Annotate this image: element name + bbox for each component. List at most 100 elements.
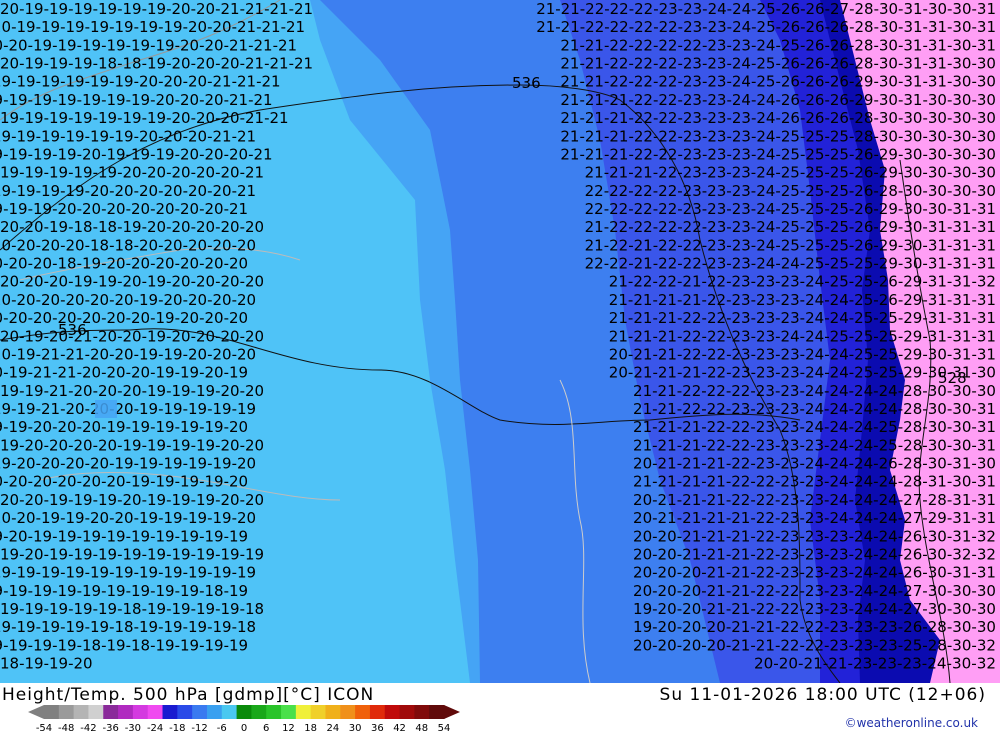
- temp-row-right: 21-21-21-22-22-23-23-23-24-25-25-25-28-3…: [560, 127, 996, 145]
- temp-row-right: 21-21-21-22-22-23-23-23-24-26-26-26-28-3…: [560, 109, 996, 127]
- temp-row-left: 19-20-19-19-19-19-19-19-19-19-19: [0, 527, 248, 545]
- temp-row-left: 18-19-19-20: [0, 655, 93, 673]
- temp-row-right: 21-21-21-22-22-23-23-24-24-25-25-25-29-3…: [609, 327, 996, 345]
- temp-row-left: 19-19-20-20-20-19-19-19-19-19-20: [0, 418, 248, 436]
- scale-swatch: [340, 705, 356, 719]
- color-scale-bar: [28, 705, 460, 719]
- scale-swatch: [236, 705, 252, 719]
- temp-row-left: 19-19-19-19-20-20-20-20-20-20-21: [0, 182, 256, 200]
- scale-swatch: [281, 705, 297, 719]
- scale-swatch: [414, 705, 430, 719]
- scale-tick-label: -24: [147, 723, 163, 733]
- temp-row-left: 20-20-19-19-20-20-19-19-19-19-20: [0, 509, 256, 527]
- temp-row-left: 20-20-20-20-20-20-19-20-20-20-20: [0, 291, 256, 309]
- scale-swatch: [310, 705, 326, 719]
- temp-row-right: 21-21-21-22-23-23-23-24-25-25-25-26-29-3…: [585, 164, 996, 182]
- scale-tick-label: 12: [282, 723, 295, 733]
- temp-row-right: 21-21-21-22-22-23-23-23-24-24-25-28-30-3…: [633, 436, 996, 454]
- temp-row-left: 20-19-21-21-20-20-20-19-19-20-19: [0, 364, 248, 382]
- temp-row-right: 21-22-22-21-22-23-23-23-24-25-25-26-29-3…: [609, 273, 996, 291]
- contour-label-528-east: 528: [938, 369, 967, 387]
- temp-row-left: 20-20-20-20-20-20-19-19-19-19-20: [0, 473, 248, 491]
- temp-row-right: 20-21-21-21-21-22-23-23-24-24-24-27-29-3…: [633, 509, 996, 527]
- temp-row-left: 19-19-21-20-20-20-19-19-19-19-19: [0, 400, 256, 418]
- scale-swatch: [118, 705, 134, 719]
- temp-row-right: 22-22-22-22-23-23-23-24-25-25-25-26-28-3…: [585, 182, 996, 200]
- temp-row-left: 19-19-19-19-19-19-20-20-20-21-21: [0, 127, 256, 145]
- scale-tick-label: -36: [102, 723, 118, 733]
- scale-tick-label: -12: [191, 723, 207, 733]
- scale-swatch: [266, 705, 282, 719]
- temp-row-left: 19-20-20-20-20-19-19-19-19-20-20: [0, 436, 264, 454]
- temp-row-right: 20-20-20-21-21-22-22-23-23-24-24-27-30-3…: [633, 582, 996, 600]
- scale-swatch: [103, 705, 119, 719]
- temp-row-right: 21-21-22-22-22-22-23-23-24-25-26-26-26-2…: [536, 18, 996, 36]
- temp-row-left: 20-19-19-19-19-19-19-19-20-20-21-21-21: [0, 18, 305, 36]
- scale-tick-label: -54: [36, 723, 52, 733]
- temp-row-left: 19-20-19-19-19-19-19-19-19-19-19: [0, 545, 264, 563]
- scale-tick-label: 54: [438, 723, 451, 733]
- scale-swatch: [429, 705, 445, 719]
- scale-tick-label: 42: [393, 723, 406, 733]
- temp-row-left: 20-20-20-20-18-18-20-20-20-20-20: [0, 236, 256, 254]
- temp-row-right: 22-22-22-22-23-23-23-24-25-25-25-26-29-3…: [585, 200, 996, 218]
- scale-swatch: [58, 705, 75, 719]
- scale-tick-label: -18: [169, 723, 185, 733]
- scale-swatch: [132, 705, 149, 719]
- weather-map: 20-19-19-19-19-19-19-20-20-21-21-21-21 21…: [0, 0, 1000, 683]
- credit-link[interactable]: ©weatheronline.co.uk: [845, 716, 978, 730]
- scale-swatch: [325, 705, 341, 719]
- color-scale-legend: -54 -48 -42 -36 -30 -24 -18 -12 -6 0 6 12 18 24 30 36 42…: [28, 705, 460, 733]
- scale-swatch: [251, 705, 267, 719]
- temp-row-left: 19-19-19-19-20-19-19-19-20-20-20-21: [0, 145, 273, 163]
- scale-swatch: [369, 705, 386, 719]
- temp-row-left: 19-19-21-20-20-20-19-19-19-20-20: [0, 382, 264, 400]
- contour-label-536-north: 536: [512, 74, 541, 92]
- scale-swatch: [44, 705, 60, 719]
- temp-row-left: 19-19-19-19-19-18-19-19-19-19-18: [0, 618, 256, 636]
- temp-row-right: 21-21-21-22-22-23-23-23-24-24-25-25-29-3…: [609, 309, 996, 327]
- temp-row-right: 20-20-21-21-23-23-23-24-30-32: [754, 655, 996, 673]
- scale-tick-label: 30: [349, 723, 362, 733]
- temp-row-right: 21-22-22-22-22-23-23-24-25-25-25-26-29-3…: [585, 218, 996, 236]
- temp-row-left: 20-20-19-18-18-19-20-20-20-20-20: [0, 218, 264, 236]
- temp-row-right: 21-21-22-22-22-23-23-24-25-26-26-26-29-3…: [560, 73, 996, 91]
- scale-tick-label: 48: [415, 723, 428, 733]
- scale-tick-label: 24: [327, 723, 340, 733]
- temp-row-right: 21-21-21-21-22-23-23-23-24-24-25-26-29-3…: [609, 291, 996, 309]
- temp-row-right: 19-20-20-20-21-21-22-22-23-23-23-26-28-3…: [633, 618, 996, 636]
- temp-row-right: 20-21-21-21-22-23-23-24-24-24-26-28-30-3…: [633, 455, 996, 473]
- temp-row-left: 20-19-19-19-18-18-19-20-20-20-21-21-21: [0, 55, 313, 73]
- scale-swatch: [177, 705, 193, 719]
- temp-row-left: 19-19-19-19-19-19-19-19-19-18-19: [0, 582, 248, 600]
- temp-row-left: 20-20-20-18-19-20-20-20-20-20-20: [0, 255, 248, 273]
- temp-row-left: 20-19-21-21-20-20-19-19-20-20-20: [0, 345, 256, 363]
- temp-row-right: 21-21-21-22-22-23-23-23-24-25-25-25-26-2…: [560, 145, 996, 163]
- scale-swatch: [221, 705, 238, 719]
- contour-label-536-west: 536: [58, 321, 87, 339]
- scale-tick-label: -48: [58, 723, 74, 733]
- temp-row-right: 21-21-21-21-22-22-23-23-24-24-24-28-31-3…: [633, 473, 996, 491]
- map-footer: Height/Temp. 500 hPa [gdmp][°C] ICON Su …: [0, 683, 1000, 733]
- scale-swatch: [355, 705, 371, 719]
- temp-row-right: 21-21-21-22-22-23-23-24-24-26-26-26-29-3…: [560, 91, 996, 109]
- scale-arrow-left: [28, 705, 44, 719]
- temp-row-right: 19-20-20-21-21-22-22-23-23-24-24-27-30-3…: [633, 600, 996, 618]
- scale-swatch: [192, 705, 208, 719]
- scale-tick-label: -42: [80, 723, 96, 733]
- temp-row-left: 19-19-19-19-19-19-19-19-19-19-19: [0, 564, 256, 582]
- temp-row-right: 21-21-22-22-22-23-23-24-25-26-26-26-28-3…: [560, 55, 996, 73]
- temp-row-left: 20-20-20-20-20-20-20-19-20-20-20: [0, 309, 248, 327]
- temp-row-right: 20-21-21-22-22-23-23-23-24-24-25-25-29-3…: [609, 345, 996, 363]
- temp-row-left: 20-20-20-19-19-20-19-20-20-20-20: [0, 273, 264, 291]
- scale-swatch: [384, 705, 401, 719]
- temp-row-left: 19-19-19-19-19-19-20-20-20-21-21-21: [0, 73, 281, 91]
- temp-row-left: 19-20-20-20-20-19-19-19-19-19-20: [0, 455, 256, 473]
- color-scale-ticks: -54 -48 -42 -36 -30 -24 -18 -12 -6 0 6 12 18 24 30 36 42…: [36, 723, 451, 733]
- temp-row-right: 20-20-20-21-21-22-23-23-23-24-24-26-30-3…: [633, 564, 996, 582]
- temp-row-left: 19-19-19-20-20-20-20-20-20-20-21: [0, 200, 248, 218]
- temp-row-left: 20-19-20-21-20-20-19-20-20-20-20: [0, 327, 264, 345]
- scale-swatch: [147, 705, 164, 719]
- temp-row-left: 19-19-19-19-18-19-18-19-19-19-19: [0, 636, 248, 654]
- temp-row-right: 20-21-21-21-22-22-23-23-24-24-24-27-28-3…: [633, 491, 996, 509]
